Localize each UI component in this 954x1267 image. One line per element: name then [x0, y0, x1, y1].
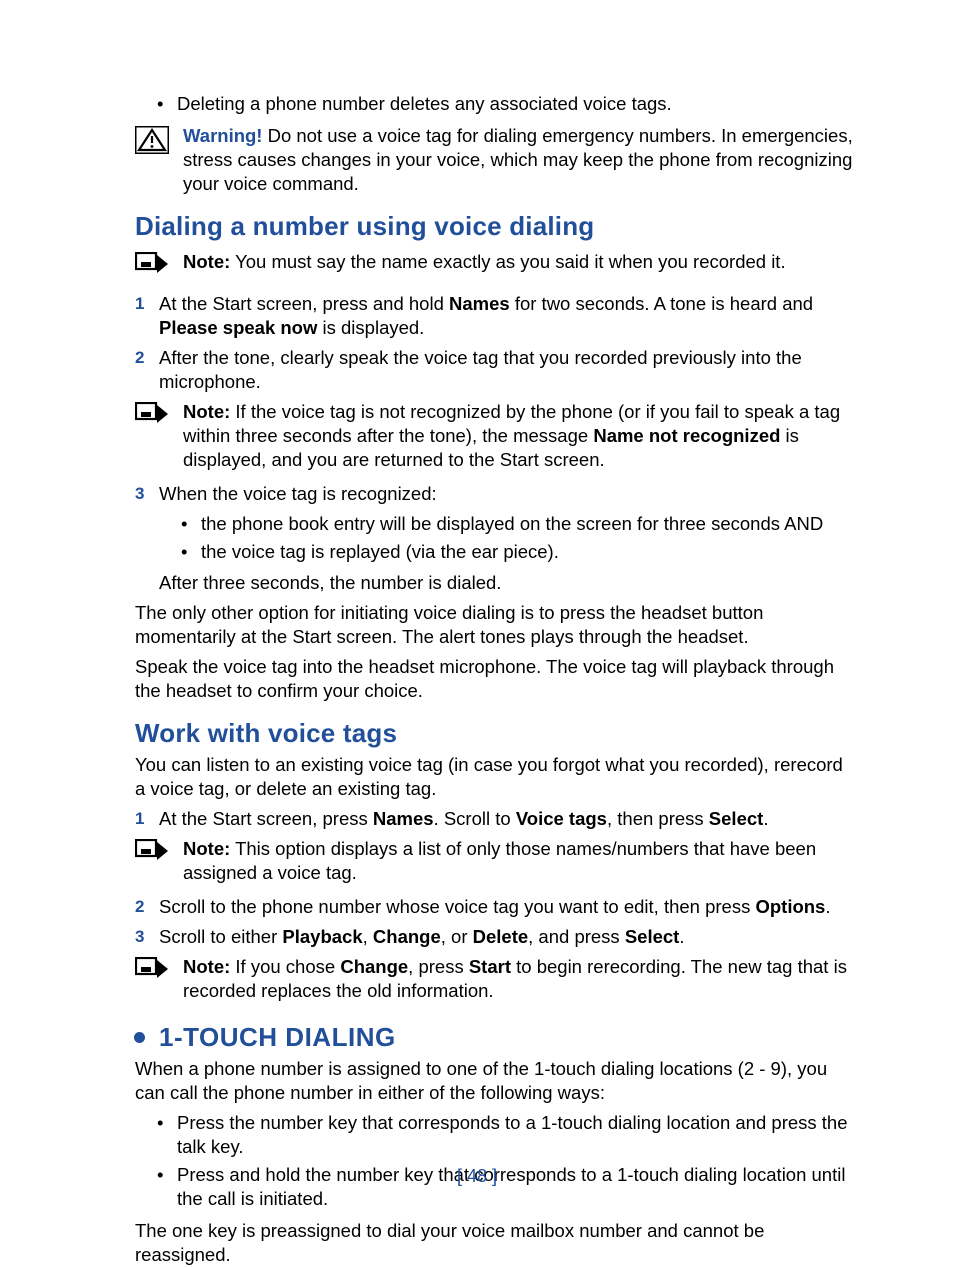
heading-1-touch: 1-TOUCH DIALING — [159, 1021, 396, 1055]
step-item: 3 Scroll to either Playback, Change, or … — [135, 925, 854, 949]
warning-text: Warning! Do not use a voice tag for dial… — [183, 124, 854, 196]
note-text: Note: If you chose Change, press Start t… — [183, 955, 854, 1003]
para-headset-speak: Speak the voice tag into the headset mic… — [135, 655, 854, 703]
note-text: Note: This option displays a list of onl… — [183, 837, 854, 885]
step-item: 1 At the Start screen, press Names. Scro… — [135, 807, 854, 831]
note-label: Note: — [183, 251, 230, 272]
step3-after: After three seconds, the number is diale… — [159, 571, 854, 595]
dialing-steps-cont: 3 When the voice tag is recognized: the … — [135, 482, 854, 594]
para-headset-option: The only other option for initiating voi… — [135, 601, 854, 649]
note-icon — [135, 957, 169, 987]
note-block: Note: This option displays a list of onl… — [135, 837, 854, 885]
note-block: Note: You must say the name exactly as y… — [135, 250, 854, 282]
heading-work-voice-tags: Work with voice tags — [135, 717, 854, 751]
warning-block: Warning! Do not use a voice tag for dial… — [135, 124, 854, 196]
note-icon — [135, 402, 169, 432]
step-item: 2 Scroll to the phone number whose voice… — [135, 895, 854, 919]
note-text: Note: If the voice tag is not recognized… — [183, 400, 854, 472]
dialing-steps: 1 At the Start screen, press and hold Na… — [135, 292, 854, 394]
warning-label: Warning! — [183, 125, 262, 146]
sub-bullet: the voice tag is replayed (via the ear p… — [181, 540, 854, 564]
sub-bullet: the phone book entry will be displayed o… — [181, 512, 854, 536]
heading-dialing: Dialing a number using voice dialing — [135, 210, 854, 244]
1touch-outro: The one key is preassigned to dial your … — [135, 1219, 854, 1267]
step-item: 3 When the voice tag is recognized: the … — [135, 482, 854, 594]
warning-icon — [135, 126, 169, 160]
note-label: Note: — [183, 401, 230, 422]
section-bullet-icon — [134, 1032, 145, 1043]
intro-bullet: Deleting a phone number deletes any asso… — [157, 92, 854, 116]
voice-tags-steps: 1 At the Start screen, press Names. Scro… — [135, 807, 854, 831]
step-item: 1 At the Start screen, press and hold Na… — [135, 292, 854, 340]
note-block: Note: If the voice tag is not recognized… — [135, 400, 854, 472]
step-item: 2 After the tone, clearly speak the voic… — [135, 346, 854, 394]
1touch-bullets: Press the number key that corresponds to… — [157, 1111, 854, 1211]
note-label: Note: — [183, 956, 230, 977]
note-label: Note: — [183, 838, 230, 859]
note-icon — [135, 839, 169, 869]
note-block: Note: If you chose Change, press Start t… — [135, 955, 854, 1003]
note-text: Note: You must say the name exactly as y… — [183, 250, 854, 274]
note-icon — [135, 252, 169, 282]
page-number: [ 48 ] — [0, 1165, 954, 1188]
list-item: Press the number key that corresponds to… — [157, 1111, 854, 1159]
step3-sublist: the phone book entry will be displayed o… — [181, 512, 854, 564]
heading-1-touch-row: 1-TOUCH DIALING — [135, 1021, 854, 1055]
voice-tags-intro: You can listen to an existing voice tag … — [135, 753, 854, 801]
voice-tags-steps-cont: 2 Scroll to the phone number whose voice… — [135, 895, 854, 949]
intro-bullet-list: Deleting a phone number deletes any asso… — [157, 92, 854, 116]
1touch-intro: When a phone number is assigned to one o… — [135, 1057, 854, 1105]
